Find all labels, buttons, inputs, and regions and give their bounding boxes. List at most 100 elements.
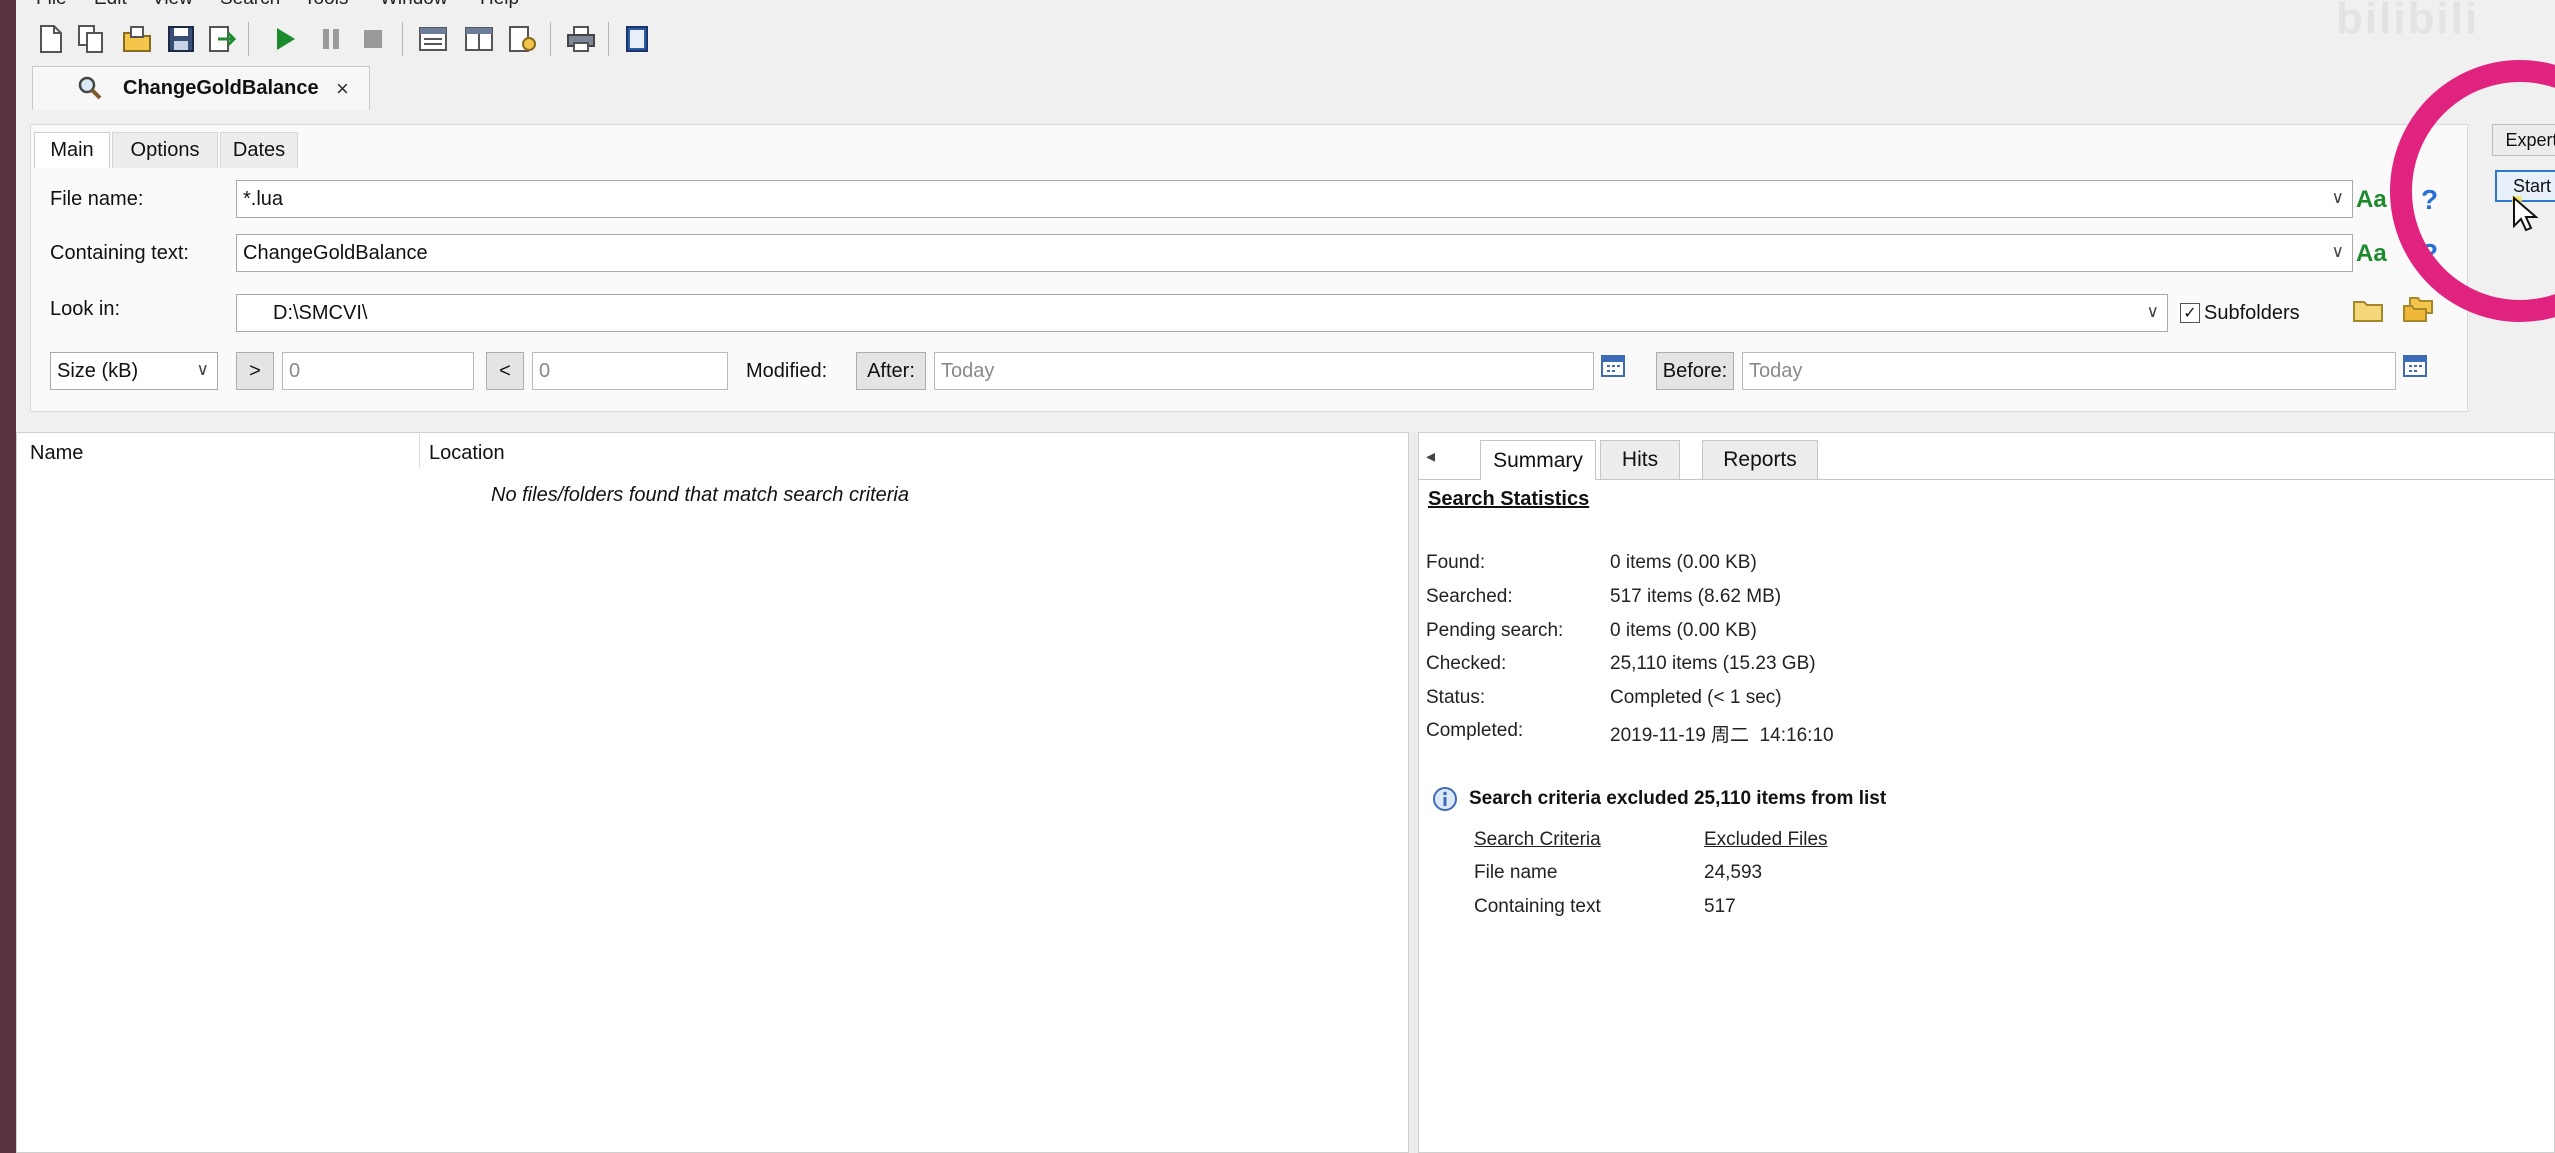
max-size-input[interactable]: 0 [532, 352, 728, 390]
column-header-location[interactable]: Location [429, 442, 505, 465]
chevron-down-icon[interactable]: ∨ [2147, 302, 2159, 322]
menu-file[interactable]: File [36, 0, 67, 10]
help-book-icon[interactable] [620, 22, 654, 56]
toolbar-separator [608, 22, 609, 56]
criteria-count: 24,593 [1704, 862, 1763, 883]
size-unit-select[interactable]: Size (kB) ∨ [50, 352, 218, 390]
stat-value-pending: 0 items (0.00 KB) [1610, 620, 1757, 641]
results-list[interactable] [16, 432, 1409, 1153]
empty-results-message: No files/folders found that match search… [491, 484, 909, 506]
look-in-value: D:\SMCVI\ [273, 302, 368, 324]
min-size-value: 0 [289, 360, 301, 382]
document-tab-strip [16, 66, 2555, 110]
print-icon[interactable] [564, 22, 598, 56]
stat-label-found: Found: [1426, 552, 1486, 573]
menu-bar: File Edit View Search Tools Window Help [16, 0, 2555, 12]
before-date-placeholder: Today [1749, 360, 1803, 382]
browse-folder-icon[interactable] [2352, 296, 2384, 330]
menu-window[interactable]: Window [380, 0, 448, 10]
criteria-count: 517 [1704, 896, 1736, 917]
collapse-pane-icon[interactable]: ◂ [1426, 446, 1435, 467]
chevron-down-icon[interactable]: ∨ [197, 360, 209, 380]
window-layout-icon[interactable] [416, 22, 450, 56]
after-button[interactable]: After: [856, 352, 926, 390]
calendar-icon[interactable] [2402, 352, 2428, 384]
stat-value-status: Completed (< 1 sec) [1610, 687, 1782, 708]
search-icon [77, 75, 103, 107]
save-icon[interactable] [164, 22, 198, 56]
pane-splitter[interactable] [1409, 432, 1418, 1153]
look-in-field[interactable]: D:\SMCVI\ ∨ [236, 294, 2168, 332]
column-separator[interactable] [419, 434, 420, 468]
search-statistics-heading: Search Statistics [1428, 488, 1590, 510]
before-date-input[interactable]: Today [1742, 352, 2396, 390]
menu-edit[interactable]: Edit [94, 0, 127, 10]
stop-icon[interactable] [356, 22, 390, 56]
less-than-button[interactable]: < [486, 352, 524, 390]
containing-text-field[interactable]: ChangeGoldBalance ∨ [236, 234, 2353, 272]
tab-reports[interactable]: Reports [1702, 440, 1818, 480]
file-name-value: *.lua [243, 188, 284, 210]
tab-hits[interactable]: Hits [1600, 440, 1680, 480]
mouse-cursor-icon [2510, 194, 2540, 242]
stat-label-searched: Searched: [1426, 586, 1513, 607]
match-case-icon[interactable]: Aa [2356, 240, 2387, 268]
menu-tools[interactable]: Tools [304, 0, 348, 10]
export-icon[interactable] [206, 22, 240, 56]
close-tab-icon[interactable]: × [336, 76, 349, 102]
menu-help[interactable]: Help [480, 0, 519, 10]
menu-search[interactable]: Search [220, 0, 280, 10]
chevron-down-icon[interactable]: ∨ [2332, 188, 2344, 208]
look-in-label: Look in: [50, 298, 121, 320]
chevron-down-icon[interactable]: ∨ [2332, 242, 2344, 262]
toolbar-separator [248, 22, 249, 56]
toolbar [16, 16, 2555, 66]
tab-dates[interactable]: Dates [220, 132, 298, 168]
pause-icon[interactable] [314, 22, 348, 56]
criteria-name: Containing text [1474, 896, 1601, 917]
new-document-icon[interactable] [34, 22, 68, 56]
file-name-label: File name: [50, 188, 144, 210]
criteria-header: Search Criteria [1474, 829, 1601, 850]
modified-label: Modified: [746, 360, 828, 382]
greater-than-button[interactable]: > [236, 352, 274, 390]
tab-options[interactable]: Options [112, 132, 218, 168]
file-name-field[interactable]: *.lua ∨ [236, 180, 2353, 218]
criteria-name: File name [1474, 862, 1558, 883]
menu-view[interactable]: View [152, 0, 193, 10]
stat-label-checked: Checked: [1426, 653, 1507, 674]
stat-value-found: 0 items (0.00 KB) [1610, 552, 1757, 573]
stat-label-completed: Completed: [1426, 720, 1524, 741]
containing-text-label: Containing text: [50, 242, 189, 264]
after-date-input[interactable]: Today [934, 352, 1594, 390]
play-icon[interactable] [268, 22, 302, 56]
subfolders-checkbox[interactable]: ✓ [2180, 303, 2200, 323]
window-split-icon[interactable] [462, 22, 496, 56]
app-window: File Edit View Search Tools Window Help … [16, 0, 2555, 1153]
min-size-input[interactable]: 0 [282, 352, 474, 390]
max-size-value: 0 [539, 360, 551, 382]
stat-label-status: Status: [1426, 687, 1486, 708]
stat-value-searched: 517 items (8.62 MB) [1610, 586, 1782, 607]
document-tab[interactable]: ChangeGoldBalance × [32, 66, 370, 110]
match-case-icon[interactable]: Aa [2356, 186, 2387, 214]
stat-value-completed: 2019-11-19 周二 14:16:10 [1610, 725, 1834, 746]
copy-document-icon[interactable] [74, 22, 108, 56]
desktop-background [0, 0, 16, 1153]
toolbar-separator [402, 22, 403, 56]
calendar-icon[interactable] [1600, 352, 1626, 384]
settings-document-icon[interactable] [506, 22, 540, 56]
tab-summary[interactable]: Summary [1480, 440, 1596, 480]
toolbar-separator [550, 22, 551, 56]
subfolders-label: Subfolders [2204, 302, 2300, 324]
stat-value-checked: 25,110 items (15.23 GB) [1610, 653, 1816, 674]
excluded-files-header: Excluded Files [1704, 829, 1828, 850]
after-date-placeholder: Today [941, 360, 995, 382]
size-unit-value: Size (kB) [57, 360, 139, 382]
column-header-name[interactable]: Name [30, 442, 83, 465]
multiple-folders-icon[interactable] [2402, 296, 2434, 330]
before-button[interactable]: Before: [1656, 352, 1734, 390]
containing-text-value: ChangeGoldBalance [243, 242, 428, 264]
open-folder-icon[interactable] [120, 22, 154, 56]
tab-main[interactable]: Main [34, 132, 110, 168]
